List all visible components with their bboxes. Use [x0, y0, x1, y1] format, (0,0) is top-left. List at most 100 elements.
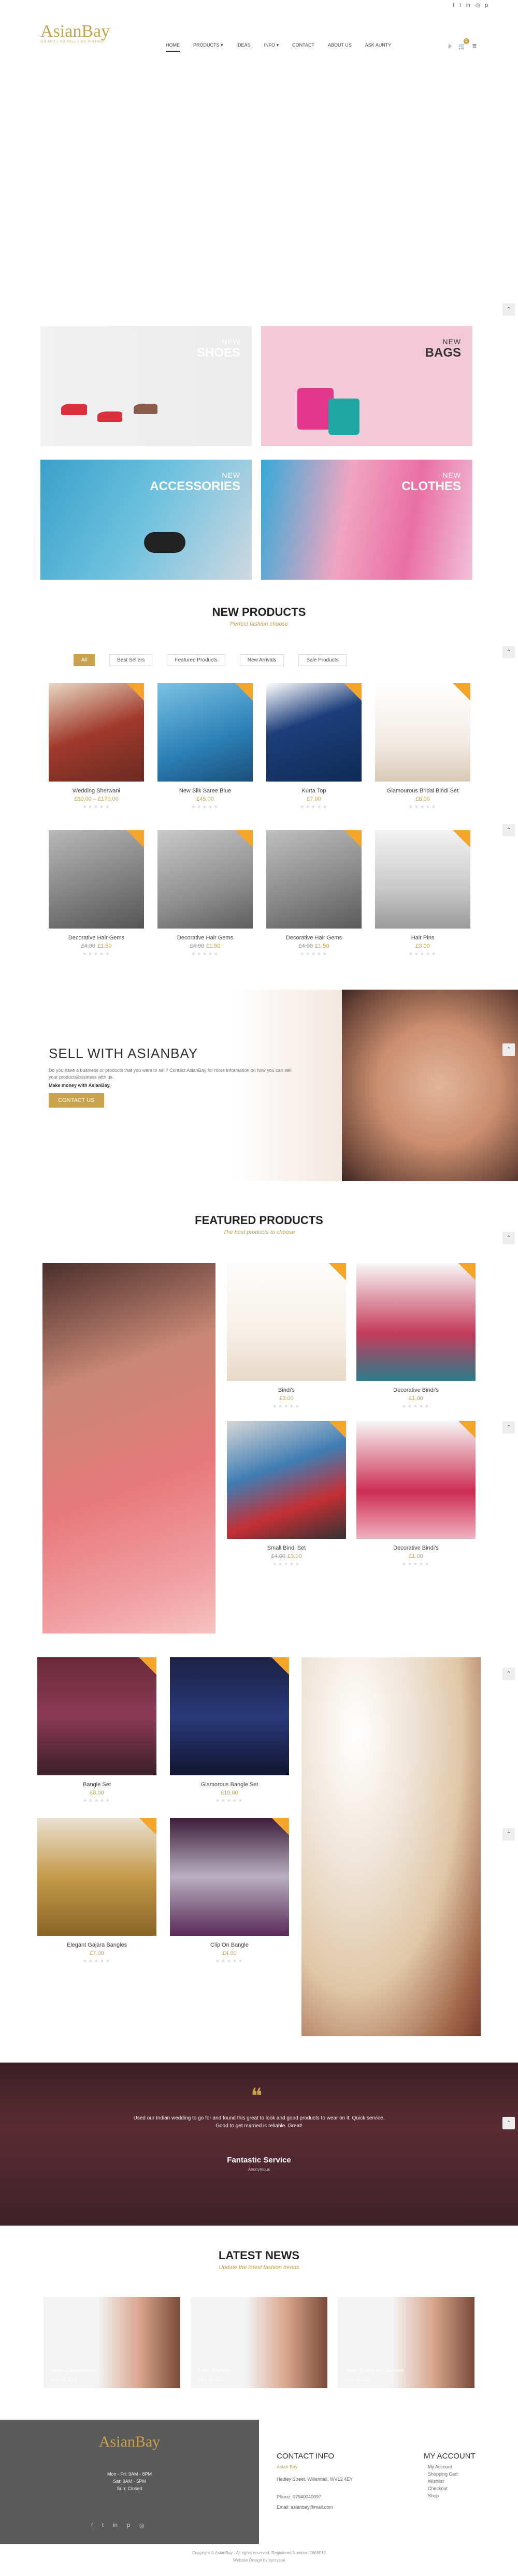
product-name[interactable]: Kurta Top	[266, 788, 362, 794]
scroll-top-button[interactable]: ⌃	[502, 1668, 515, 1680]
category-clothes[interactable]: NEW CLOTHES	[261, 460, 472, 580]
product-card[interactable]: Decorative Hair Gems £4.00 £1.50 ★★★★★	[266, 830, 362, 957]
search-icon[interactable]: ⌕	[448, 41, 452, 50]
nav-item-ideas[interactable]: Ideas	[237, 42, 251, 52]
footer: AsianBay Mon - Fri: 9AM - 8PM Sat: 9AM -…	[0, 2420, 518, 2544]
product-card[interactable]: Bangle Set £8.00 ★★★★★	[37, 1657, 156, 1804]
nav-item-products[interactable]: Products ▾	[193, 42, 223, 52]
contact-us-button[interactable]: CONTACT US	[49, 1093, 104, 1108]
product-image[interactable]	[157, 683, 253, 782]
category-bags[interactable]: NEW BAGS	[261, 326, 472, 446]
product-image[interactable]	[356, 1421, 476, 1539]
product-name[interactable]: Decorative Bindi's	[356, 1545, 476, 1551]
product-name[interactable]: Decorative Bindi's	[356, 1387, 476, 1393]
scroll-top-button[interactable]: ⌃	[502, 1232, 515, 1244]
nav-item-contact[interactable]: Contact	[292, 42, 314, 52]
news-card[interactable]: Asian Fashion June 15, 2017	[191, 2297, 327, 2388]
product-name[interactable]: Small Bindi Set	[227, 1545, 346, 1551]
product-card[interactable]: Wedding Sherwani £80.00 – £170.00 ★★★★★	[49, 683, 144, 810]
credit[interactable]: Website Design by bycrystal	[0, 2558, 518, 2563]
product-card[interactable]: Decorative Bindi's £1.00 ★★★★★	[356, 1421, 476, 1567]
cart-icon[interactable]: 🛒 0	[458, 38, 469, 50]
product-card[interactable]: Kurta Top £7.00 ★★★★★	[266, 683, 362, 810]
product-image[interactable]	[170, 1657, 289, 1775]
filter-tab[interactable]: Featured Products	[167, 654, 225, 666]
product-name[interactable]: Decorative Hair Gems	[157, 935, 253, 941]
product-image[interactable]	[356, 1263, 476, 1381]
scroll-top-button[interactable]: ⌃	[502, 1828, 515, 1841]
product-card[interactable]: Decorative Hair Gems £4.00 £1.50 ★★★★★	[157, 830, 253, 957]
twitter-icon[interactable]: t	[459, 3, 461, 8]
instagram-icon[interactable]: ◎	[476, 3, 480, 8]
scroll-top-button[interactable]: ⌃	[502, 1043, 515, 1056]
facebook-icon[interactable]: f	[91, 2522, 93, 2529]
account-link[interactable]: Wishlist	[428, 2479, 444, 2484]
product-card[interactable]: New Silk Saree Blue £45.00 ★★★★★	[157, 683, 253, 810]
scroll-top-button[interactable]: ⌃	[502, 824, 515, 836]
product-name[interactable]: Glamorous Bangle Set	[170, 1782, 289, 1788]
product-image[interactable]	[170, 1818, 289, 1936]
linkedin-icon[interactable]: in	[113, 2522, 118, 2529]
product-name[interactable]: Decorative Hair Gems	[266, 935, 362, 941]
product-image[interactable]	[375, 683, 470, 782]
nav-item-info[interactable]: Info ▾	[264, 42, 279, 52]
linkedin-icon[interactable]: in	[466, 3, 470, 8]
product-name[interactable]: Hair Pins	[375, 935, 470, 941]
filter-tab[interactable]: All	[74, 654, 95, 666]
product-image[interactable]	[266, 830, 362, 929]
product-card[interactable]: Decorative Hair Gems £4.00 £1.50 ★★★★★	[49, 830, 144, 957]
product-name[interactable]: New Silk Saree Blue	[157, 788, 253, 794]
instagram-icon[interactable]: ◎	[139, 2522, 145, 2529]
product-image[interactable]	[49, 683, 144, 782]
account-link[interactable]: Checkout	[428, 2486, 448, 2491]
account-link[interactable]: My Account	[428, 2464, 452, 2469]
product-card[interactable]: Bindi's £3.00 ★★★★★	[227, 1263, 346, 1409]
nav-item-about-us[interactable]: About Us	[328, 42, 352, 52]
account-link[interactable]: Shop	[428, 2493, 439, 2498]
news-card[interactable]: Asian Centrepieces June 15, 2017	[44, 2297, 180, 2388]
product-image[interactable]	[157, 830, 253, 929]
product-image[interactable]	[37, 1657, 156, 1775]
footer-logo[interactable]: AsianBay	[0, 2433, 259, 2451]
logo[interactable]: AsianBay GO BUY | GO SELL | GO VINTAGE	[40, 22, 110, 43]
nav-item-home[interactable]: Home	[166, 42, 180, 52]
scroll-top-button[interactable]: ⌃	[502, 646, 515, 658]
filter-tab[interactable]: New Arrivals	[239, 654, 284, 666]
product-image[interactable]	[375, 830, 470, 929]
product-image[interactable]	[266, 683, 362, 782]
menu-icon[interactable]: ≡	[472, 41, 477, 50]
category-shoes[interactable]: NEW SHOES	[40, 326, 252, 446]
product-card[interactable]: Clip On Bangle £4.00 ★★★★★	[170, 1818, 289, 1964]
product-card[interactable]: Decorative Bindi's £1.00 ★★★★★	[356, 1263, 476, 1409]
product-image[interactable]	[49, 830, 144, 929]
product-name[interactable]: Clip On Bangle	[170, 1942, 289, 1948]
product-image[interactable]	[37, 1818, 156, 1936]
product-card[interactable]: Elegant Gajara Bangles £7.00 ★★★★★	[37, 1818, 156, 1964]
product-card[interactable]: Glamourous Bridal Bindi Set £8.00 ★★★★★	[375, 683, 470, 810]
product-name[interactable]: Wedding Sherwani	[49, 788, 144, 794]
product-card[interactable]: Hair Pins £3.00 ★★★★★	[375, 830, 470, 957]
twitter-icon[interactable]: t	[102, 2522, 104, 2529]
product-name[interactable]: Elegant Gajara Bangles	[37, 1942, 156, 1948]
product-card[interactable]: Glamorous Bangle Set £10.00 ★★★★★	[170, 1657, 289, 1804]
pinterest-icon[interactable]: p	[485, 3, 488, 8]
product-image[interactable]	[227, 1421, 346, 1539]
facebook-icon[interactable]: f	[453, 3, 454, 8]
scroll-top-button[interactable]: ⌃	[502, 1421, 515, 1434]
product-name[interactable]: Bangle Set	[37, 1782, 156, 1788]
news-card[interactable]: Asian Brides and Grooms June 15, 2017	[338, 2297, 474, 2388]
account-link[interactable]: Shopping Cart	[428, 2471, 458, 2477]
filter-tab[interactable]: Best Sellers	[109, 654, 153, 666]
email[interactable]: Email: asianbay@mail.com	[277, 2505, 333, 2510]
product-image[interactable]	[227, 1263, 346, 1381]
category-accessories[interactable]: NEW ACCESSORIES	[40, 460, 252, 580]
product-name[interactable]: Decorative Hair Gems	[49, 935, 144, 941]
filter-tab[interactable]: Sale Products	[298, 654, 347, 666]
scroll-top-button[interactable]: ⌃	[502, 2117, 515, 2129]
scroll-top-button[interactable]: ⌃	[502, 303, 515, 316]
pinterest-icon[interactable]: p	[127, 2522, 130, 2529]
nav-item-ask-aunty[interactable]: Ask Aunty	[365, 42, 392, 52]
product-name[interactable]: Glamourous Bridal Bindi Set	[375, 788, 470, 794]
product-name[interactable]: Bindi's	[227, 1387, 346, 1393]
product-card[interactable]: Small Bindi Set £4.00 £3.00 ★★★★★	[227, 1421, 346, 1567]
